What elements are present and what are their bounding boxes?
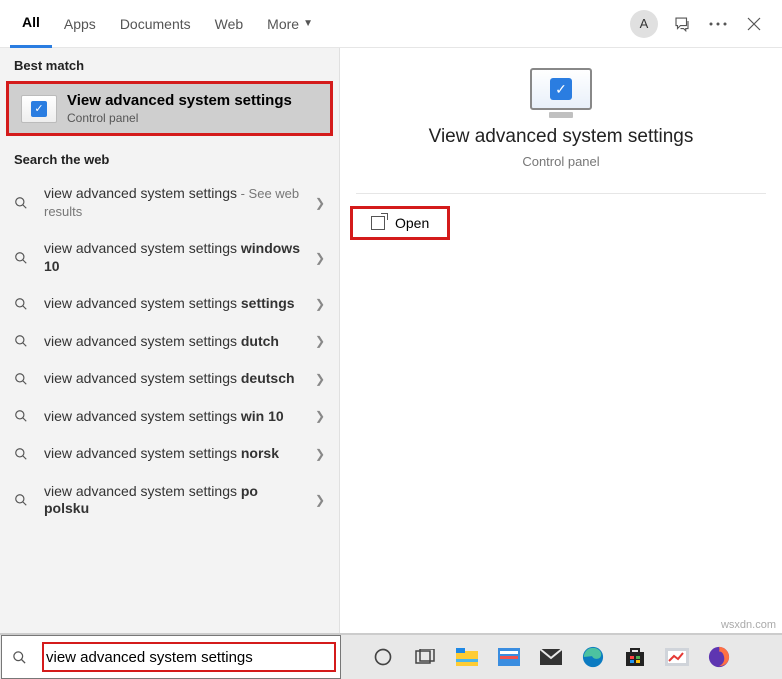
tab-more[interactable]: More▼ [255,0,325,48]
firefox-icon[interactable] [707,645,731,669]
web-result-item[interactable]: view advanced system settings - See web … [0,175,339,230]
taskbar-icons [341,645,782,669]
tabs-row: All Apps Documents Web More▼ A [0,0,782,48]
tab-documents[interactable]: Documents [108,0,203,48]
preview-title: View advanced system settings [340,126,782,148]
search-icon [12,650,28,665]
best-match-subtitle: Control panel [67,111,292,125]
web-result-text: view advanced system settings win 10 [44,408,307,426]
search-icon [14,297,30,311]
search-results-panel: All Apps Documents Web More▼ A Best matc… [0,0,782,634]
chevron-right-icon: ❯ [307,447,325,461]
search-icon [14,409,30,423]
search-icon [14,334,30,348]
web-result-item[interactable]: view advanced system settings deutsch ❯ [0,360,339,398]
chevron-right-icon: ❯ [307,409,325,423]
edge-icon[interactable] [581,645,605,669]
chevron-right-icon: ❯ [307,297,325,311]
caret-down-icon: ▼ [303,18,313,29]
user-avatar[interactable]: A [630,10,658,38]
web-result-text: view advanced system settings po polsku [44,483,307,518]
preview-pane: ✓ View advanced system settings Control … [340,48,782,633]
watermark: wsxdn.com [721,619,776,631]
app-icon-2[interactable] [665,645,689,669]
chevron-right-icon: ❯ [307,251,325,265]
search-icon [14,447,30,461]
web-result-item[interactable]: view advanced system settings dutch ❯ [0,323,339,361]
web-result-item[interactable]: view advanced system settings po polsku … [0,473,339,528]
control-panel-icon: ✓ [21,95,57,123]
taskbar [0,634,782,679]
results-list: Best match ✓ View advanced system settin… [0,48,340,633]
preview-app-icon: ✓ [530,68,592,110]
search-icon [14,372,30,386]
chevron-right-icon: ❯ [307,493,325,507]
open-button[interactable]: Open [350,206,450,240]
chevron-right-icon: ❯ [307,372,325,386]
taskbar-search-box[interactable] [1,635,341,679]
search-icon [14,493,30,507]
section-search-web: Search the web [0,142,339,175]
web-result-item[interactable]: view advanced system settings settings ❯ [0,285,339,323]
web-result-text: view advanced system settings - See web … [44,185,307,220]
close-icon[interactable] [736,6,772,42]
search-icon [14,196,30,210]
mail-icon[interactable] [539,645,563,669]
preview-subtitle: Control panel [340,154,782,169]
file-explorer-icon[interactable] [455,645,479,669]
more-options-icon[interactable] [700,6,736,42]
web-result-text: view advanced system settings windows 10 [44,240,307,275]
open-external-icon [371,216,385,230]
tab-apps[interactable]: Apps [52,0,108,48]
tab-web[interactable]: Web [203,0,256,48]
section-best-match: Best match [0,48,339,81]
open-label: Open [395,215,429,231]
search-icon [14,251,30,265]
chevron-right-icon: ❯ [307,196,325,210]
best-match-title: View advanced system settings [67,92,292,109]
feedback-icon[interactable] [664,6,700,42]
task-view-icon[interactable] [413,645,437,669]
web-result-text: view advanced system settings norsk [44,445,307,463]
web-result-text: view advanced system settings deutsch [44,370,307,388]
tab-all[interactable]: All [10,0,52,48]
search-input[interactable] [46,649,332,666]
chevron-right-icon: ❯ [307,334,325,348]
web-result-item[interactable]: view advanced system settings windows 10… [0,230,339,285]
web-result-text: view advanced system settings dutch [44,333,307,351]
web-result-text: view advanced system settings settings [44,295,307,313]
app-icon-1[interactable] [497,645,521,669]
best-match-item[interactable]: ✓ View advanced system settings Control … [6,81,333,136]
web-result-item[interactable]: view advanced system settings win 10 ❯ [0,398,339,436]
divider [356,193,766,194]
store-icon[interactable] [623,645,647,669]
cortana-icon[interactable] [371,645,395,669]
web-result-item[interactable]: view advanced system settings norsk ❯ [0,435,339,473]
